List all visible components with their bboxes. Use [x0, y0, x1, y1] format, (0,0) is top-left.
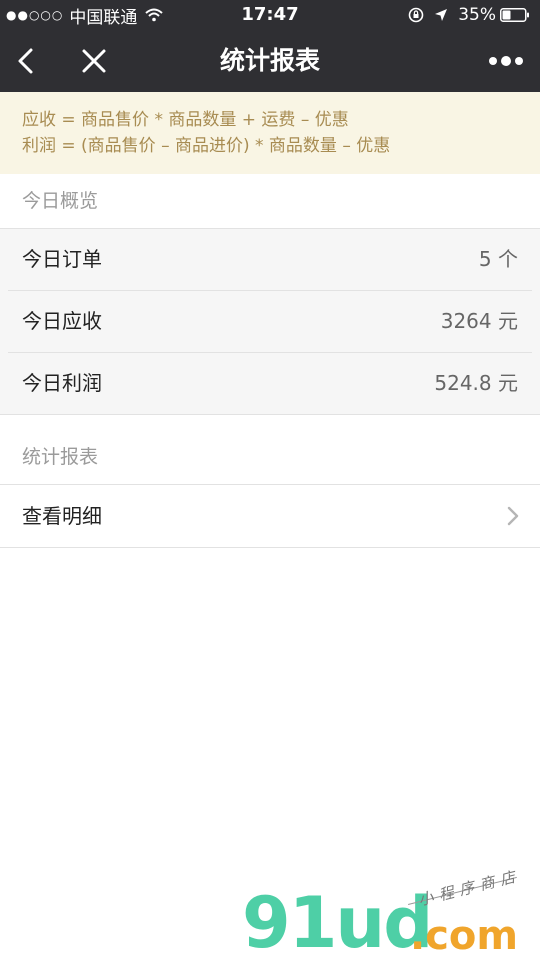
- status-right: 35%: [408, 0, 530, 30]
- report-heading: 统计报表: [22, 446, 99, 468]
- profit-label: 今日利润: [22, 371, 102, 395]
- battery-percent: 35%: [458, 5, 496, 25]
- view-details-item[interactable]: 查看明细: [0, 484, 540, 548]
- list-item-orders: 今日订单 5 个: [0, 229, 540, 290]
- battery-icon: [500, 8, 529, 22]
- overview-heading: 今日概览: [22, 190, 99, 212]
- receivable-value: 3264 元: [440, 309, 518, 333]
- formula-profit: 利润 = (商品售价 – 商品进价) * 商品数量 – 优惠: [22, 136, 391, 156]
- close-button[interactable]: [76, 43, 112, 79]
- status-bar: ●●○○○ 中国联通 17:47 35%: [0, 0, 540, 30]
- list-item-profit: 今日利润 524.8 元: [0, 353, 540, 414]
- back-button[interactable]: [10, 43, 40, 79]
- formula-notice: 应收 = 商品售价 * 商品数量 + 运费 – 优惠 利润 = (商品售价 – …: [0, 92, 540, 174]
- close-icon: [82, 49, 106, 73]
- list-item-receivable: 今日应收 3264 元: [0, 291, 540, 352]
- orders-label: 今日订单: [22, 247, 102, 271]
- overview-list: 今日订单 5 个 今日应收 3264 元 今日利润 524.8 元: [0, 228, 540, 415]
- watermark-brand: 91ud: [242, 882, 433, 964]
- watermark-logo: 91ud 小程序商店 .com: [238, 867, 530, 964]
- receivable-label: 今日应收: [22, 309, 102, 333]
- back-icon: [18, 48, 33, 74]
- overview-section-header: 今日概览: [0, 174, 540, 228]
- watermark-tagline: 小程序商店: [416, 866, 523, 910]
- more-icon: [489, 56, 523, 66]
- profit-value: 524.8 元: [434, 371, 518, 395]
- report-section-header: 统计报表: [0, 415, 540, 484]
- more-button[interactable]: [484, 43, 528, 79]
- watermark-tld: .com: [410, 913, 519, 959]
- chevron-right-icon: [507, 506, 519, 526]
- navigation-bar: 统计报表: [0, 30, 540, 92]
- location-arrow-icon: [435, 9, 448, 21]
- rotation-lock-icon: [408, 7, 424, 23]
- view-details-label: 查看明细: [22, 504, 102, 528]
- formula-receivable: 应收 = 商品售价 * 商品数量 + 运费 – 优惠: [22, 110, 349, 130]
- orders-value: 5 个: [478, 247, 518, 271]
